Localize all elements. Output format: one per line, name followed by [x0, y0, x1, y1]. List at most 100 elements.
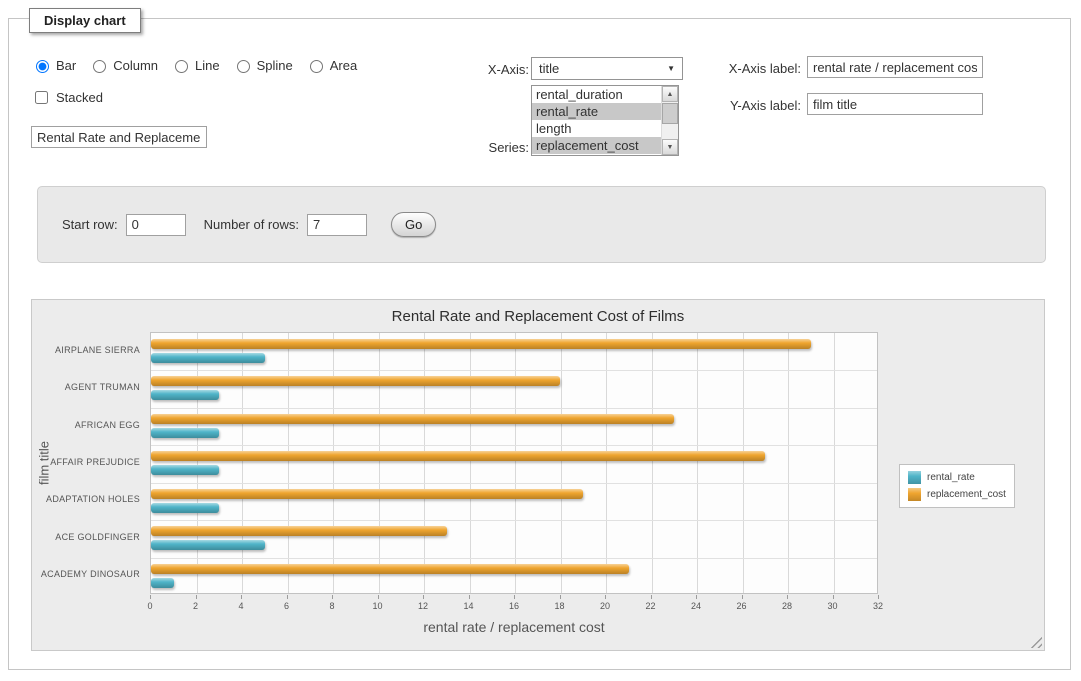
- row-controls-panel: Start row: Number of rows: Go: [37, 186, 1046, 263]
- chart-type-option-area[interactable]: Area: [305, 57, 357, 73]
- category-label: AFRICAN EGG: [32, 420, 140, 430]
- gridline: [743, 333, 744, 593]
- spline-radio[interactable]: [237, 60, 250, 73]
- gridline: [197, 333, 198, 593]
- chart-type-option-line[interactable]: Line: [170, 57, 220, 73]
- chart-type-option-column[interactable]: Column: [88, 57, 158, 73]
- start-row-input[interactable]: [126, 214, 186, 236]
- x-tick-mark: [514, 595, 515, 599]
- column-radio[interactable]: [93, 60, 106, 73]
- rental_rate-bar: [151, 353, 265, 363]
- gridline: [470, 333, 471, 593]
- x-tick-mark: [423, 595, 424, 599]
- chart-title: Rental Rate and Replacement Cost of Film…: [32, 308, 1044, 325]
- y-axis-label-input[interactable]: [807, 93, 983, 115]
- go-button[interactable]: Go: [391, 212, 436, 237]
- number-of-rows-input[interactable]: [307, 214, 367, 236]
- x-tick-label: 28: [772, 601, 802, 611]
- replacement_cost-bar: [151, 376, 560, 386]
- gridline: [652, 333, 653, 593]
- rental_rate-bar: [151, 390, 219, 400]
- gridline: [834, 333, 835, 593]
- x-axis-label-field-label: X-Axis label:: [659, 61, 801, 76]
- replacement_cost-bar: [151, 451, 765, 461]
- stacked-label: Stacked: [56, 90, 103, 105]
- x-tick-label: 10: [363, 601, 393, 611]
- x-tick-label: 30: [818, 601, 848, 611]
- x-tick-mark: [787, 595, 788, 599]
- x-tick-label: 24: [681, 601, 711, 611]
- scroll-down-icon[interactable]: ▼: [662, 139, 678, 155]
- chart-title-input[interactable]: [31, 126, 207, 148]
- chart-canvas: Rental Rate and Replacement Cost of Film…: [31, 299, 1045, 651]
- gridline: [151, 408, 877, 409]
- x-tick-mark: [605, 595, 606, 599]
- series-option-replacement_cost[interactable]: replacement_cost: [532, 137, 661, 154]
- category-label: AIRPLANE SIERRA: [32, 345, 140, 355]
- series-options: rental_durationrental_ratelengthreplacem…: [532, 86, 661, 155]
- gridline: [288, 333, 289, 593]
- x-tick-label: 2: [181, 601, 211, 611]
- x-tick-label: 18: [545, 601, 575, 611]
- line-radio[interactable]: [175, 60, 188, 73]
- rental_rate-bar: [151, 428, 219, 438]
- gridline: [697, 333, 698, 593]
- legend-item-replacement_cost: replacement_cost: [908, 488, 1006, 501]
- rental_rate-bar: [151, 465, 219, 475]
- x-tick-label: 20: [590, 601, 620, 611]
- x-tick-mark: [241, 595, 242, 599]
- legend-item-rental_rate: rental_rate: [908, 471, 1006, 484]
- radio-label: Column: [113, 58, 158, 73]
- display-chart-panel: Display chart BarColumnLineSplineArea St…: [8, 18, 1071, 670]
- x-axis-label-input[interactable]: [807, 56, 983, 78]
- x-tick-label: 32: [863, 601, 893, 611]
- gridline: [333, 333, 334, 593]
- x-tick-mark: [196, 595, 197, 599]
- x-tick-label: 14: [454, 601, 484, 611]
- rental_rate-bar: [151, 578, 174, 588]
- x-tick-mark: [878, 595, 879, 599]
- x-axis-title: rental rate / replacement cost: [150, 619, 878, 635]
- series-option-length[interactable]: length: [532, 120, 661, 137]
- radio-label: Spline: [257, 58, 293, 73]
- x-tick-mark: [696, 595, 697, 599]
- number-of-rows-label: Number of rows:: [204, 217, 299, 232]
- panel-title: Display chart: [29, 8, 141, 33]
- x-tick-mark: [833, 595, 834, 599]
- legend-swatch: [908, 488, 921, 501]
- listbox-scrollbar[interactable]: ▲ ▼: [661, 86, 678, 155]
- radio-label: Bar: [56, 58, 76, 73]
- x-tick-mark: [287, 595, 288, 599]
- category-label: ACADEMY DINOSAUR: [32, 569, 140, 579]
- series-listbox[interactable]: rental_durationrental_ratelengthreplacem…: [531, 85, 679, 156]
- series-option-rental_rate[interactable]: rental_rate: [532, 103, 661, 120]
- replacement_cost-bar: [151, 564, 629, 574]
- chart-type-option-bar[interactable]: Bar: [31, 57, 76, 73]
- gridline: [424, 333, 425, 593]
- radio-label: Area: [330, 58, 357, 73]
- x-tick-label: 26: [727, 601, 757, 611]
- stacked-option[interactable]: Stacked: [31, 88, 103, 107]
- gridline: [788, 333, 789, 593]
- chart-type-option-spline[interactable]: Spline: [232, 57, 293, 73]
- stacked-checkbox[interactable]: [35, 91, 48, 104]
- area-radio[interactable]: [310, 60, 323, 73]
- rental_rate-bar: [151, 540, 265, 550]
- gridline: [606, 333, 607, 593]
- gridline: [151, 370, 877, 371]
- x-axis-selected-value: title: [539, 61, 559, 76]
- gridline: [151, 558, 877, 559]
- rental_rate-bar: [151, 503, 219, 513]
- gridline: [379, 333, 380, 593]
- x-axis-field-label: X-Axis:: [439, 62, 529, 77]
- replacement_cost-bar: [151, 339, 811, 349]
- resize-handle-icon[interactable]: [1030, 636, 1042, 648]
- category-label: AFFAIR PREJUDICE: [32, 457, 140, 467]
- chart-legend: rental_rate replacement_cost: [899, 464, 1015, 508]
- x-tick-mark: [742, 595, 743, 599]
- x-tick-mark: [150, 595, 151, 599]
- series-option-rental_duration[interactable]: rental_duration: [532, 86, 661, 103]
- x-tick-mark: [560, 595, 561, 599]
- x-tick-label: 6: [272, 601, 302, 611]
- bar-radio[interactable]: [36, 60, 49, 73]
